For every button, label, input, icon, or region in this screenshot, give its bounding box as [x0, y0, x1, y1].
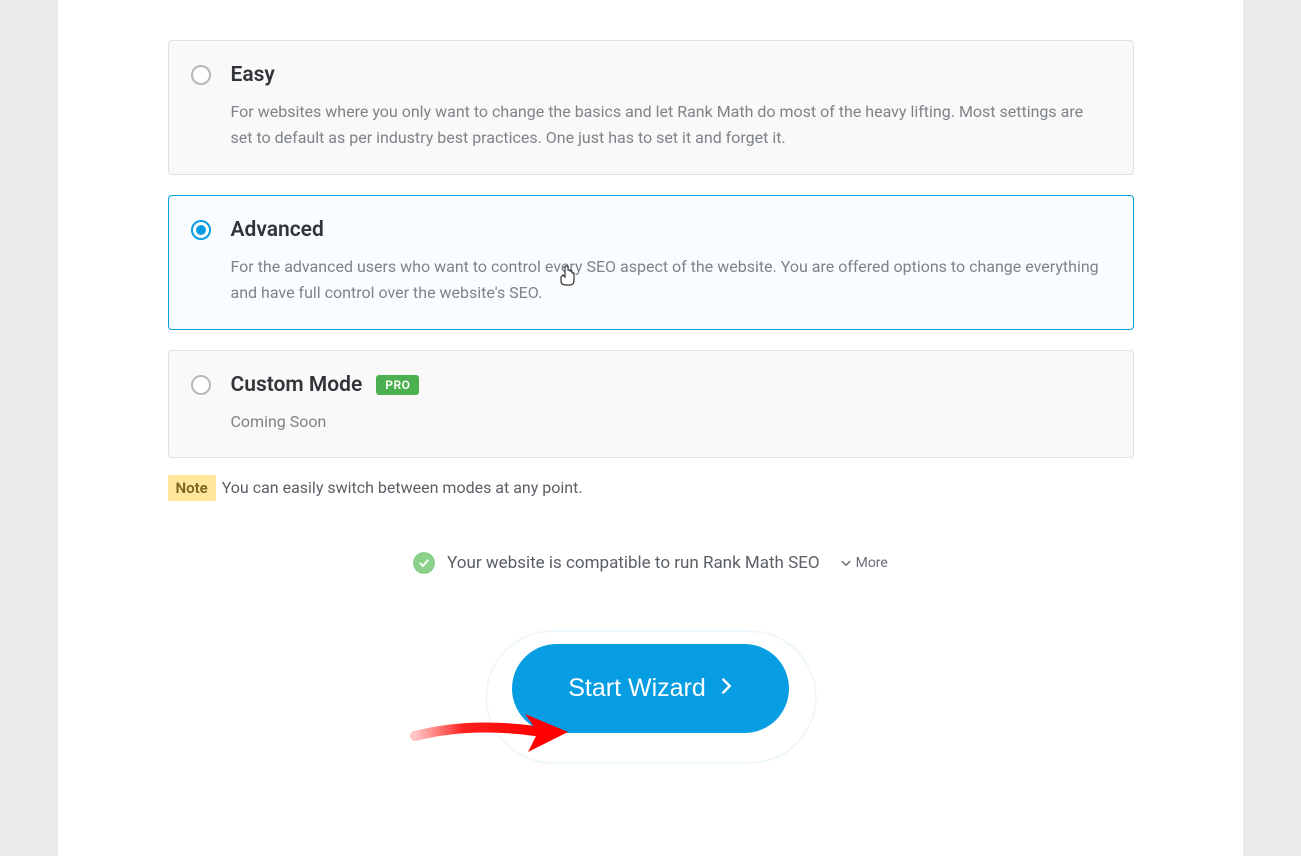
option-advanced-description: For the advanced users who want to contr…: [231, 254, 1105, 307]
pro-badge: PRO: [376, 375, 419, 395]
option-custom-title-text: Custom Mode: [231, 373, 363, 397]
option-custom[interactable]: Custom Mode PRO Coming Soon: [168, 350, 1134, 458]
radio-easy[interactable]: [191, 65, 211, 85]
note-row: Note You can easily switch between modes…: [168, 478, 1134, 497]
more-toggle[interactable]: More: [840, 555, 888, 571]
check-circle-icon: [413, 552, 435, 574]
button-wrap: Start Wizard: [168, 644, 1134, 733]
setup-wizard-panel: Easy For websites where you only want to…: [58, 0, 1243, 856]
note-badge: Note: [168, 475, 216, 501]
compatibility-text: Your website is compatible to run Rank M…: [447, 553, 819, 573]
compatibility-row: Your website is compatible to run Rank M…: [168, 552, 1134, 574]
note-text: You can easily switch between modes at a…: [218, 478, 583, 497]
radio-custom[interactable]: [191, 375, 211, 395]
option-easy[interactable]: Easy For websites where you only want to…: [168, 40, 1134, 175]
more-label: More: [856, 555, 888, 571]
option-advanced[interactable]: Advanced For the advanced users who want…: [168, 195, 1134, 330]
chevron-down-icon: [840, 557, 852, 569]
radio-advanced[interactable]: [191, 220, 211, 240]
option-advanced-title: Advanced: [231, 218, 1105, 242]
start-wizard-label: Start Wizard: [568, 674, 706, 703]
option-custom-title: Custom Mode PRO: [231, 373, 1105, 397]
option-custom-description: Coming Soon: [231, 409, 1105, 435]
option-easy-description: For websites where you only want to chan…: [231, 99, 1105, 152]
start-wizard-button[interactable]: Start Wizard: [512, 644, 789, 733]
mode-selection-container: Easy For websites where you only want to…: [168, 40, 1134, 733]
chevron-right-icon: [720, 674, 733, 703]
option-easy-title: Easy: [231, 63, 1105, 87]
